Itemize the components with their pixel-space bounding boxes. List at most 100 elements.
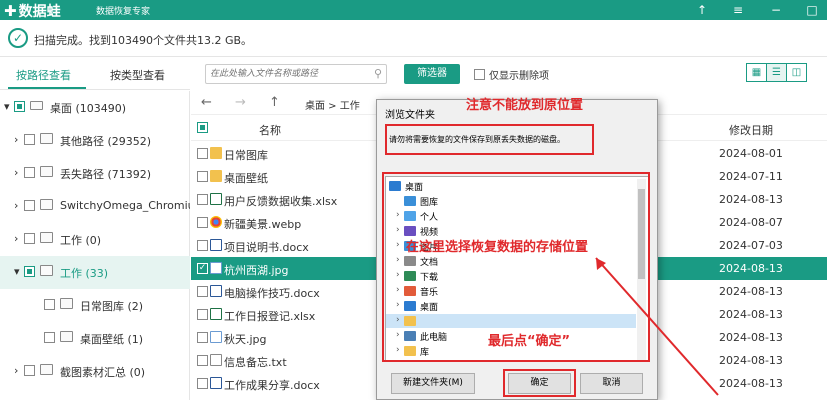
folder-file-icon bbox=[210, 170, 222, 182]
row-checkbox[interactable]: ✓ bbox=[197, 263, 208, 274]
tree-checkbox[interactable] bbox=[24, 233, 35, 244]
new-folder-button[interactable]: 新建文件夹(M) bbox=[391, 373, 475, 394]
chevron-right-icon[interactable]: › bbox=[14, 166, 18, 179]
back-arrow-icon[interactable]: ← bbox=[201, 95, 212, 110]
tree-checkbox[interactable] bbox=[14, 101, 25, 112]
row-checkbox[interactable] bbox=[197, 309, 208, 320]
frog-logo-icon: ✚ bbox=[4, 2, 17, 20]
tree-item-label: 丢失路径 (71392) bbox=[60, 168, 152, 181]
folder-tree: ▾ 桌面 (103490) › 其他路径 (29352) › 丢失路径 (71392) › S… bbox=[0, 91, 190, 400]
row-checkbox[interactable] bbox=[197, 332, 208, 343]
row-checkbox[interactable] bbox=[197, 217, 208, 228]
xlsx-file-icon bbox=[210, 308, 222, 320]
annotation-bottom: 最后点“确定” bbox=[488, 334, 571, 349]
folder-file-icon bbox=[210, 147, 222, 159]
tree-item[interactable]: › 丢失路径 (71392) bbox=[0, 157, 190, 190]
row-checkbox[interactable] bbox=[197, 194, 208, 205]
file-name: 用户反馈数据收集.xlsx bbox=[224, 195, 338, 208]
file-name: 秋天.jpg bbox=[224, 333, 267, 346]
minimize-button[interactable]: − bbox=[762, 0, 790, 20]
tree-checkbox[interactable] bbox=[24, 200, 35, 211]
title-bar: ✚ 数据蛙 数据恢复专家 ↑ ≡ − □ bbox=[0, 0, 827, 20]
file-date: 2024-08-13 bbox=[719, 285, 783, 298]
tab-by-path[interactable]: 按路径查看 bbox=[16, 67, 71, 83]
filter-button[interactable]: 筛选器 bbox=[404, 64, 460, 84]
only-deleted-toggle[interactable]: 仅显示删除项 bbox=[474, 67, 549, 82]
search-box: ⚲ bbox=[205, 64, 387, 84]
search-icon[interactable]: ⚲ bbox=[374, 67, 382, 80]
forward-arrow-icon[interactable]: → bbox=[235, 95, 246, 110]
detail-view-icon[interactable]: ◫ bbox=[786, 63, 807, 82]
tree-item[interactable]: › 工作 (0) bbox=[0, 223, 190, 256]
row-checkbox[interactable] bbox=[197, 378, 208, 389]
tree-item[interactable]: › 截图素材汇总 (0) bbox=[0, 355, 190, 388]
active-tab-indicator bbox=[8, 87, 86, 89]
docx-file-icon bbox=[210, 377, 222, 389]
menu-icon[interactable]: ≡ bbox=[724, 0, 752, 20]
search-input[interactable] bbox=[210, 67, 360, 81]
tree-checkbox[interactable] bbox=[24, 167, 35, 178]
tree-item[interactable]: 日常图库 (2) bbox=[0, 289, 190, 322]
tree-checkbox[interactable] bbox=[24, 365, 35, 376]
row-checkbox[interactable] bbox=[197, 240, 208, 251]
file-date: 2024-08-13 bbox=[719, 308, 783, 321]
tree-item-label: 其他路径 (29352) bbox=[60, 135, 152, 148]
xlsx-file-icon bbox=[210, 193, 222, 205]
tree-item[interactable]: › 其他路径 (29352) bbox=[0, 124, 190, 157]
grid-view-icon[interactable]: ▦ bbox=[746, 63, 767, 82]
file-name: 工作日报登记.xlsx bbox=[224, 310, 316, 323]
chevron-right-icon[interactable]: › bbox=[14, 133, 18, 146]
chevron-down-icon[interactable]: ▾ bbox=[14, 265, 20, 278]
upload-icon[interactable]: ↑ bbox=[688, 0, 716, 20]
only-deleted-checkbox[interactable] bbox=[474, 69, 485, 80]
file-date: 2024-08-13 bbox=[719, 262, 783, 275]
ok-highlight-box bbox=[503, 369, 576, 397]
list-view-icon[interactable]: ☰ bbox=[766, 63, 787, 82]
folder-icon bbox=[60, 298, 73, 309]
breadcrumb: 桌面 > 工作 bbox=[305, 101, 360, 112]
docx-file-icon bbox=[210, 239, 222, 251]
folder-icon bbox=[40, 364, 53, 375]
app-name: 数据蛙 bbox=[18, 4, 61, 20]
chevron-right-icon[interactable]: › bbox=[14, 232, 18, 245]
maximize-button[interactable]: □ bbox=[798, 0, 826, 20]
row-checkbox[interactable] bbox=[197, 148, 208, 159]
view-tabs: 按路径查看 按类型查看 bbox=[0, 57, 190, 90]
file-date: 2024-08-01 bbox=[719, 147, 783, 160]
file-date: 2024-08-13 bbox=[719, 193, 783, 206]
row-checkbox[interactable] bbox=[197, 171, 208, 182]
tree-item[interactable]: › SwitchyOmega_Chromium bbox=[0, 190, 190, 223]
tree-checkbox[interactable] bbox=[44, 332, 55, 343]
file-name: 桌面壁纸 bbox=[224, 172, 268, 185]
annotation-middle: 在这里选择恢复数据的存储位置 bbox=[406, 240, 589, 255]
tree-checkbox[interactable] bbox=[44, 299, 55, 310]
cancel-button[interactable]: 取消 bbox=[580, 373, 643, 394]
chevron-down-icon[interactable]: ▾ bbox=[4, 100, 10, 113]
select-all-checkbox[interactable] bbox=[197, 122, 208, 133]
file-date: 2024-07-03 bbox=[719, 239, 783, 252]
scan-status-text: 扫描完成。找到103490个文件共13.2 GB。 bbox=[34, 34, 253, 47]
file-date: 2024-08-13 bbox=[719, 354, 783, 367]
row-checkbox[interactable] bbox=[197, 286, 208, 297]
chevron-right-icon[interactable]: › bbox=[14, 364, 18, 377]
row-checkbox[interactable] bbox=[197, 355, 208, 366]
column-name[interactable]: 名称 bbox=[259, 122, 281, 138]
folder-icon bbox=[40, 265, 53, 276]
tree-item[interactable]: ▾ 桌面 (103490) bbox=[0, 91, 190, 124]
file-date: 2024-08-13 bbox=[719, 377, 783, 390]
file-name: 杭州西湖.jpg bbox=[224, 264, 289, 277]
txt-file-icon bbox=[210, 354, 222, 366]
docx-file-icon bbox=[210, 285, 222, 297]
tree-item[interactable]: ▾ 工作 (33) bbox=[0, 256, 190, 289]
tree-item-label: 截图素材汇总 (0) bbox=[60, 366, 146, 379]
tree-checkbox[interactable] bbox=[24, 266, 35, 277]
tree-item-label: 桌面 (103490) bbox=[50, 102, 127, 115]
column-date[interactable]: 修改日期 bbox=[729, 122, 773, 138]
chevron-right-icon[interactable]: › bbox=[14, 199, 18, 212]
tree-checkbox[interactable] bbox=[24, 134, 35, 145]
tree-item[interactable]: 桌面壁纸 (1) bbox=[0, 322, 190, 355]
tab-by-type[interactable]: 按类型查看 bbox=[110, 67, 165, 83]
app-logo: ✚ 数据蛙 bbox=[4, 1, 61, 21]
up-arrow-icon[interactable]: ↑ bbox=[269, 95, 280, 110]
view-mode-switcher: ▦ ☰ ◫ bbox=[746, 63, 807, 83]
